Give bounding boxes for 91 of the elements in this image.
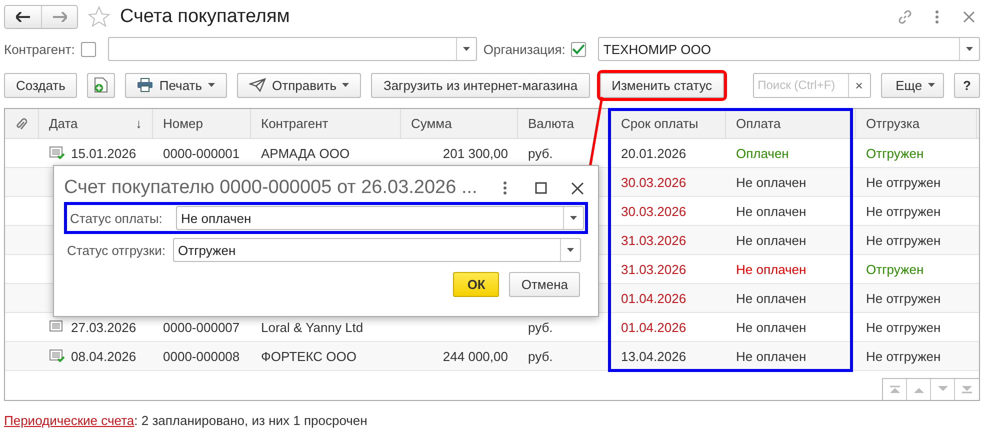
up-arrow-icon bbox=[888, 385, 900, 394]
caret-icon bbox=[567, 248, 574, 252]
table-cell: 30.03.2026 bbox=[621, 174, 686, 190]
periodic-invoices-link[interactable]: Периодические счета bbox=[4, 413, 134, 428]
table-cell: 201 300,00 bbox=[442, 146, 508, 160]
footer-text: : 2 запланировано, из них 1 просрочен bbox=[134, 413, 368, 428]
table-cell: 0000-000007 bbox=[163, 320, 240, 334]
column-header[interactable]: Контрагент bbox=[251, 109, 401, 138]
filter-field[interactable] bbox=[108, 37, 478, 61]
table-cell: Не оплачен bbox=[736, 232, 806, 248]
table-cell: 08.04.2026 bbox=[71, 348, 136, 364]
caret-icon bbox=[342, 83, 350, 87]
star-icon[interactable] bbox=[88, 6, 110, 28]
toolbar-button[interactable]: Загрузить из интернет-магазина bbox=[371, 72, 590, 98]
caret-icon bbox=[208, 83, 215, 87]
window-title: Счета покупателям bbox=[120, 6, 291, 28]
table-cell: Не отгружен bbox=[866, 232, 941, 248]
dialog-title: Счет покупателю 0000-000005 от 26.03.2026 ... bbox=[64, 177, 478, 199]
menu-button[interactable]: Отправить bbox=[237, 72, 362, 98]
search-field[interactable]: Поиск (Ctrl+F) × bbox=[752, 72, 871, 98]
table-cell: Отгружен bbox=[866, 146, 924, 160]
printer-icon bbox=[137, 78, 154, 92]
down-arrow-icon bbox=[936, 385, 948, 394]
caret-icon bbox=[928, 83, 936, 87]
column-header[interactable]: Номер bbox=[153, 109, 251, 138]
column-header[interactable]: Оплата bbox=[726, 109, 856, 138]
caret-icon bbox=[966, 47, 973, 51]
forward-arrow-icon bbox=[52, 12, 66, 22]
filter-checkbox[interactable] bbox=[571, 42, 586, 56]
table-cell: руб. bbox=[528, 146, 553, 160]
table-cell: Не оплачен bbox=[736, 290, 806, 306]
table-cell: Не оплачен bbox=[736, 320, 806, 334]
down-arrow-icon bbox=[961, 385, 973, 394]
table-cell: 30.03.2026 bbox=[621, 204, 686, 218]
sort-arrow: ↓ bbox=[136, 116, 142, 131]
filter-field[interactable]: ТЕХНОМИР ООО bbox=[598, 37, 980, 61]
column-header[interactable]: Сумма bbox=[401, 109, 518, 138]
help-button[interactable]: ? bbox=[954, 72, 980, 98]
table-cell: Не отгружен bbox=[866, 320, 941, 334]
table-cell: АРМАДА ООО bbox=[261, 146, 350, 160]
menu-button[interactable]: Печать bbox=[125, 72, 227, 98]
add-document-button[interactable] bbox=[87, 72, 116, 98]
up-arrow-icon bbox=[912, 385, 924, 394]
column-header[interactable]: Дата ↓ bbox=[39, 109, 153, 138]
column-header[interactable]: Срок оплаты bbox=[611, 109, 726, 138]
caret-icon bbox=[463, 47, 470, 51]
table-cell: 15.01.2026 bbox=[71, 146, 136, 160]
field-label: Статус отгрузки: bbox=[67, 242, 166, 258]
leader-line bbox=[589, 97, 603, 167]
status-select[interactable]: Отгружен bbox=[173, 238, 581, 262]
back-arrow-icon bbox=[16, 12, 30, 22]
table-cell: Не оплачен bbox=[736, 204, 806, 218]
table-cell: 27.03.2026 bbox=[71, 320, 136, 334]
table-cell: 31.03.2026 bbox=[621, 232, 686, 248]
table-cell: 13.04.2026 bbox=[621, 348, 686, 364]
table-cell: ФОРТЕКС ООО bbox=[261, 348, 356, 364]
table-cell: 01.04.2026 bbox=[621, 290, 686, 306]
table-cell: Отгружен bbox=[866, 262, 924, 276]
cancel-button[interactable]: Отмена bbox=[509, 272, 580, 297]
table-cell: Не отгружен bbox=[866, 348, 941, 364]
table-cell: руб. bbox=[528, 348, 553, 364]
toolbar-button[interactable]: Создать bbox=[4, 72, 78, 98]
table-cell: Оплачен bbox=[736, 146, 789, 160]
add-document-icon bbox=[94, 77, 108, 93]
table-cell: руб. bbox=[528, 320, 553, 334]
table-cell: Не оплачен bbox=[736, 174, 806, 190]
table-cell: Не отгружен bbox=[866, 290, 941, 306]
paperclip-icon bbox=[15, 116, 27, 130]
column-header[interactable]: Валюта bbox=[518, 109, 611, 138]
filter-label: Контрагент: bbox=[4, 42, 75, 56]
table-cell: Не отгружен bbox=[866, 204, 941, 218]
filter-label: Организация: bbox=[483, 42, 566, 56]
caret-icon bbox=[570, 216, 577, 220]
field-label: Статус оплаты: bbox=[70, 210, 164, 226]
table-cell: 31.03.2026 bbox=[621, 262, 686, 276]
table-cell: 20.01.2026 bbox=[621, 146, 686, 160]
table-cell: Не оплачен bbox=[736, 348, 806, 364]
clear-search-button[interactable]: × bbox=[848, 74, 870, 96]
table-cell: Не отгружен bbox=[866, 174, 941, 190]
table-cell: 0000-000001 bbox=[163, 146, 240, 160]
status-select[interactable]: Не оплачен bbox=[176, 206, 584, 230]
table-cell: 244 000,00 bbox=[442, 348, 508, 364]
table-cell: 01.04.2026 bbox=[621, 320, 686, 334]
more-button[interactable]: Еще bbox=[880, 72, 944, 98]
ok-button[interactable]: ОК bbox=[453, 272, 500, 297]
column-header[interactable]: Отгрузка bbox=[856, 109, 977, 138]
table-cell: Loral & Yanny Ltd bbox=[261, 320, 364, 334]
filter-checkbox[interactable] bbox=[80, 42, 96, 56]
table-cell: Не оплачен bbox=[736, 262, 806, 276]
table-cell: 0000-000008 bbox=[163, 348, 240, 364]
paper-plane-icon bbox=[249, 78, 266, 92]
